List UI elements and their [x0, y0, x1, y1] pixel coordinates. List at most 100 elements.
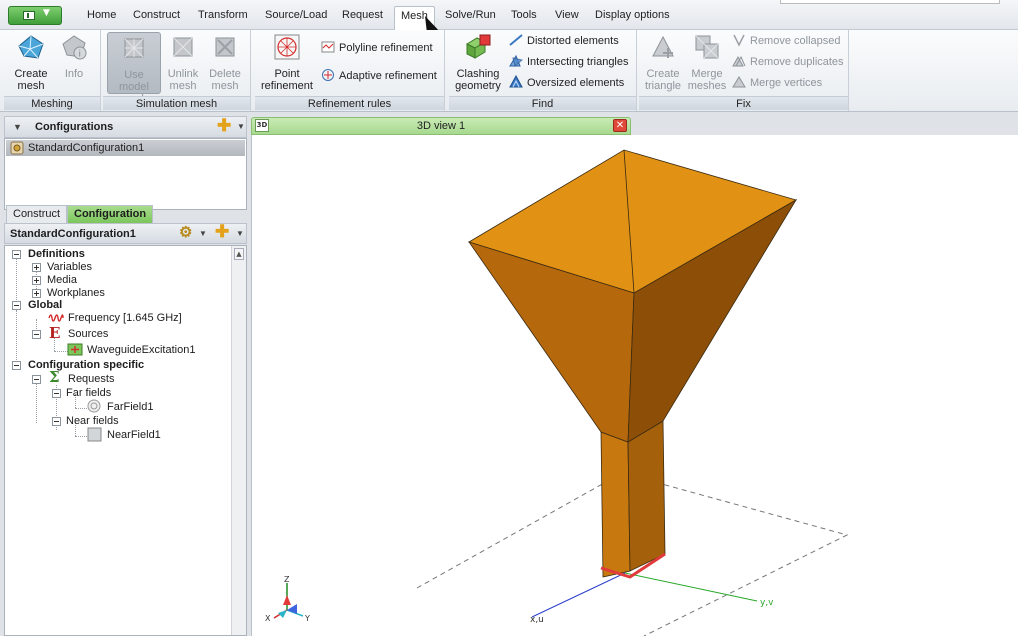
ribbon-group-meshing: Create mesh i Info Meshing — [4, 30, 101, 111]
merge-vertices-label: Merge vertices — [750, 77, 823, 89]
use-model-mesh-button[interactable]: Use model mesh — [107, 32, 161, 105]
create-triangle-icon — [652, 35, 674, 58]
expand-sources-toggle[interactable] — [32, 330, 41, 339]
tree-item-waveguide-excitation[interactable]: WaveguideExcitation1 — [87, 343, 195, 357]
remove-duplicates-button[interactable]: Remove duplicates — [732, 53, 844, 71]
create-triangle-button[interactable]: Create triangle — [641, 32, 685, 92]
tab-construct[interactable]: Construct — [6, 205, 68, 223]
tree-item-configuration-specific[interactable]: Configuration specific — [28, 358, 144, 372]
unlink-mesh-button[interactable]: Unlink mesh — [163, 32, 203, 92]
expand-far-fields-toggle[interactable] — [52, 389, 61, 398]
menu-display-options[interactable]: Display options — [595, 9, 670, 21]
tree-item-variables[interactable]: Variables — [47, 260, 92, 274]
chevron-down-icon[interactable]: ▼ — [199, 224, 207, 244]
distorted-elements-button[interactable]: Distorted elements — [509, 32, 619, 50]
menu-request[interactable]: Request — [342, 9, 383, 21]
adaptive-refinement-button[interactable]: Adaptive refinement — [321, 67, 437, 85]
intersecting-triangles-button[interactable]: Intersecting triangles — [509, 53, 629, 71]
configuration-item[interactable]: StandardConfiguration1 — [6, 140, 245, 156]
tree-item-requests[interactable]: Requests — [68, 372, 114, 386]
use-model-mesh-icon — [124, 38, 144, 58]
delete-mesh-label: Delete mesh — [209, 68, 241, 92]
3d-viewport[interactable]: x,u y,v Z Z Y X — [251, 135, 1018, 636]
add-configuration-icon[interactable]: ✚ — [217, 116, 231, 136]
refinement-rules-group-label: Refinement rules — [255, 96, 444, 110]
clashing-geometry-button[interactable]: Clashing geometry — [451, 32, 505, 92]
tree-title: StandardConfiguration1 — [10, 228, 136, 240]
close-icon[interactable]: ✕ — [613, 119, 627, 132]
tree-item-global[interactable]: Global — [28, 298, 62, 312]
menu-tools[interactable]: Tools — [511, 9, 537, 21]
application-icon — [23, 11, 35, 20]
create-triangle-label: Create triangle — [644, 68, 682, 92]
menu-view[interactable]: View — [555, 9, 579, 21]
adaptive-refinement-label: Adaptive refinement — [339, 70, 437, 82]
chevron-down-icon[interactable]: ▼ — [236, 224, 244, 244]
menu-transform[interactable]: Transform — [198, 9, 248, 21]
expand-near-fields-toggle[interactable] — [52, 417, 61, 426]
3d-scene[interactable]: x,u y,v Z Z Y X — [252, 135, 1018, 636]
expand-variables-toggle[interactable] — [32, 263, 41, 272]
gizmo-y-label: Y — [304, 614, 310, 623]
remove-collapsed-button[interactable]: Remove collapsed — [732, 32, 841, 50]
collapse-arrow-icon[interactable]: ▼ — [13, 117, 22, 137]
info-button[interactable]: i Info — [54, 32, 94, 80]
tree-item-nearfield1[interactable]: NearField1 — [107, 428, 161, 442]
ribbon-group-simulation-mesh: Use model mesh Unlink mesh Delete mesh S… — [103, 30, 251, 111]
adaptive-refinement-icon — [322, 69, 334, 81]
add-item-icon[interactable]: ✚ — [215, 222, 229, 242]
uv-y-axis-label: y,v — [760, 598, 774, 608]
menu-bar: ▼ Home Construct Transform Source/Load R… — [0, 0, 1018, 30]
meshing-group-label: Meshing — [4, 96, 100, 110]
ribbon-group-fix: Create triangle Merge meshes Remove coll… — [639, 30, 849, 111]
expand-global-toggle[interactable] — [12, 301, 21, 310]
configuration-tree: ▲ Definitions Variables Media Workplanes… — [4, 245, 247, 636]
search-input[interactable] — [780, 0, 1000, 4]
settings-gear-icon[interactable]: ⚙ — [179, 223, 192, 243]
simulation-mesh-group-label: Simulation mesh — [103, 96, 250, 110]
tree-item-near-fields[interactable]: Near fields — [66, 414, 119, 428]
point-refinement-icon — [274, 34, 300, 60]
menu-solve-run[interactable]: Solve/Run — [445, 9, 496, 21]
farfield-icon — [87, 399, 101, 413]
expand-requests-toggle[interactable] — [32, 375, 41, 384]
tab-configuration[interactable]: Configuration — [67, 205, 154, 223]
delete-mesh-button[interactable]: Delete mesh — [205, 32, 245, 92]
intersecting-triangles-icon — [509, 54, 523, 67]
menu-home[interactable]: Home — [87, 9, 116, 21]
chevron-down-icon[interactable]: ▼ — [237, 117, 245, 137]
expand-configuration-specific-toggle[interactable] — [12, 361, 21, 370]
expand-definitions-toggle[interactable] — [12, 250, 21, 259]
tree-item-sources[interactable]: Sources — [68, 327, 108, 341]
sources-e-icon: E — [49, 324, 61, 342]
menu-construct[interactable]: Construct — [133, 9, 180, 21]
configuration-icon — [10, 141, 24, 155]
menu-source-load[interactable]: Source/Load — [265, 9, 327, 21]
requests-sigma-icon: Σ — [49, 368, 60, 386]
scroll-up-arrow-icon[interactable]: ▲ — [234, 248, 244, 260]
polyline-refinement-button[interactable]: Polyline refinement — [321, 39, 433, 57]
ribbon-toolbar: Create mesh i Info Meshing Use model mes… — [0, 30, 1018, 112]
create-mesh-button[interactable]: Create mesh — [8, 32, 54, 92]
merge-meshes-label: Merge meshes — [687, 68, 727, 92]
application-menu-button[interactable]: ▼ — [8, 6, 62, 25]
tree-item-farfield1[interactable]: FarField1 — [107, 400, 153, 414]
merge-meshes-button[interactable]: Merge meshes — [685, 32, 729, 92]
create-mesh-label: Create mesh — [14, 68, 48, 92]
unlink-mesh-icon — [173, 37, 193, 57]
configurations-header[interactable]: ▼ Configurations ✚ ▼ — [4, 116, 247, 138]
ribbon-group-refinement-rules: Point refinement Polyline refinement Ada… — [255, 30, 445, 111]
tree-item-definitions[interactable]: Definitions — [28, 247, 85, 261]
merge-vertices-button[interactable]: Merge vertices — [732, 74, 822, 92]
tab-3d-view[interactable]: 3D 3D view 1 ✕ — [251, 117, 631, 135]
tree-item-frequency[interactable]: Frequency [1.645 GHz] — [68, 311, 182, 325]
expand-workplanes-toggle[interactable] — [32, 289, 41, 298]
tree-scrollbar[interactable]: ▲ — [231, 246, 246, 635]
info-icon: i — [62, 35, 87, 60]
oversized-elements-button[interactable]: Oversized elements — [509, 74, 624, 92]
tree-item-far-fields[interactable]: Far fields — [66, 386, 111, 400]
tree-item-media[interactable]: Media — [47, 273, 77, 287]
y-axis-line — [624, 572, 758, 602]
expand-media-toggle[interactable] — [32, 276, 41, 285]
point-refinement-button[interactable]: Point refinement — [258, 32, 316, 92]
